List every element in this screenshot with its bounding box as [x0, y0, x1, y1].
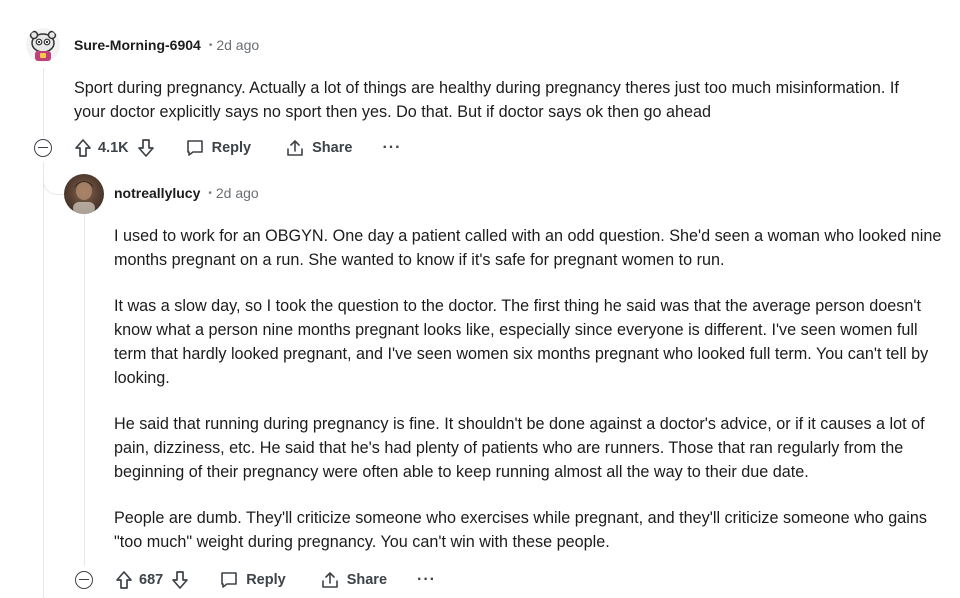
comment-body: Sport during pregnancy. Actually a lot o…: [74, 76, 934, 146]
comment-meta: Sure-Morning-6904 • 2d ago: [74, 37, 259, 53]
snoo-avatar-icon: [29, 30, 57, 61]
user-photo-icon: [73, 181, 95, 214]
share-arrow-icon: [321, 572, 338, 588]
downvote-arrow-icon: [137, 139, 154, 157]
comment-actions: 4.1K Reply Share ···: [34, 138, 401, 158]
collapse-icon[interactable]: [75, 571, 93, 589]
reply-button[interactable]: Reply: [219, 570, 286, 590]
upvote-button[interactable]: [74, 138, 92, 158]
reply-label: Reply: [246, 572, 286, 588]
avatar[interactable]: [26, 28, 60, 62]
share-button[interactable]: Share: [320, 570, 387, 590]
comment-paragraph: It was a slow day, so I took the questio…: [114, 297, 929, 387]
upvote-button[interactable]: [115, 570, 133, 590]
downvote-button[interactable]: [137, 138, 155, 158]
comment-paragraph: People are dumb. They'll criticize someo…: [114, 509, 927, 551]
thread-line-root[interactable]: [43, 68, 44, 138]
speech-bubble-icon: [221, 572, 238, 588]
username[interactable]: Sure-Morning-6904: [74, 37, 201, 53]
thread-line-root-continuation[interactable]: [43, 162, 44, 598]
share-label: Share: [312, 140, 353, 156]
collapse-icon[interactable]: [34, 139, 52, 157]
comment-body: I used to work for an OBGYN. One day a p…: [114, 224, 950, 576]
comment-paragraph: I used to work for an OBGYN. One day a p…: [114, 227, 942, 269]
comment-meta: notreallylucy • 2d ago: [114, 185, 259, 201]
meta-separator: •: [208, 187, 212, 199]
reply-label: Reply: [211, 140, 252, 156]
reply-button[interactable]: Reply: [185, 138, 252, 158]
thread-branch-curve: [43, 168, 64, 195]
upvote-arrow-icon: [75, 139, 91, 157]
share-arrow-icon: [287, 140, 303, 156]
share-button[interactable]: Share: [285, 138, 352, 158]
downvote-button[interactable]: [171, 570, 189, 590]
comment-paragraph: He said that running during pregnancy is…: [114, 415, 925, 481]
more-options-button[interactable]: ···: [417, 571, 436, 589]
thread-line-reply[interactable]: [84, 214, 85, 566]
avatar[interactable]: [64, 174, 104, 214]
more-options-button[interactable]: ···: [382, 139, 401, 157]
vote-score: 4.1K: [98, 140, 129, 156]
speech-bubble-icon: [186, 140, 203, 156]
meta-separator: •: [208, 39, 213, 51]
timestamp[interactable]: 2d ago: [216, 37, 259, 53]
upvote-arrow-icon: [116, 571, 132, 589]
vote-score: 687: [139, 572, 164, 588]
share-label: Share: [346, 572, 388, 588]
timestamp[interactable]: 2d ago: [216, 185, 259, 201]
comment-actions: 687 Reply Share ···: [75, 570, 436, 590]
comment-paragraph: Sport during pregnancy. Actually a lot o…: [74, 79, 899, 121]
username[interactable]: notreallylucy: [114, 185, 200, 201]
downvote-arrow-icon: [172, 571, 189, 589]
